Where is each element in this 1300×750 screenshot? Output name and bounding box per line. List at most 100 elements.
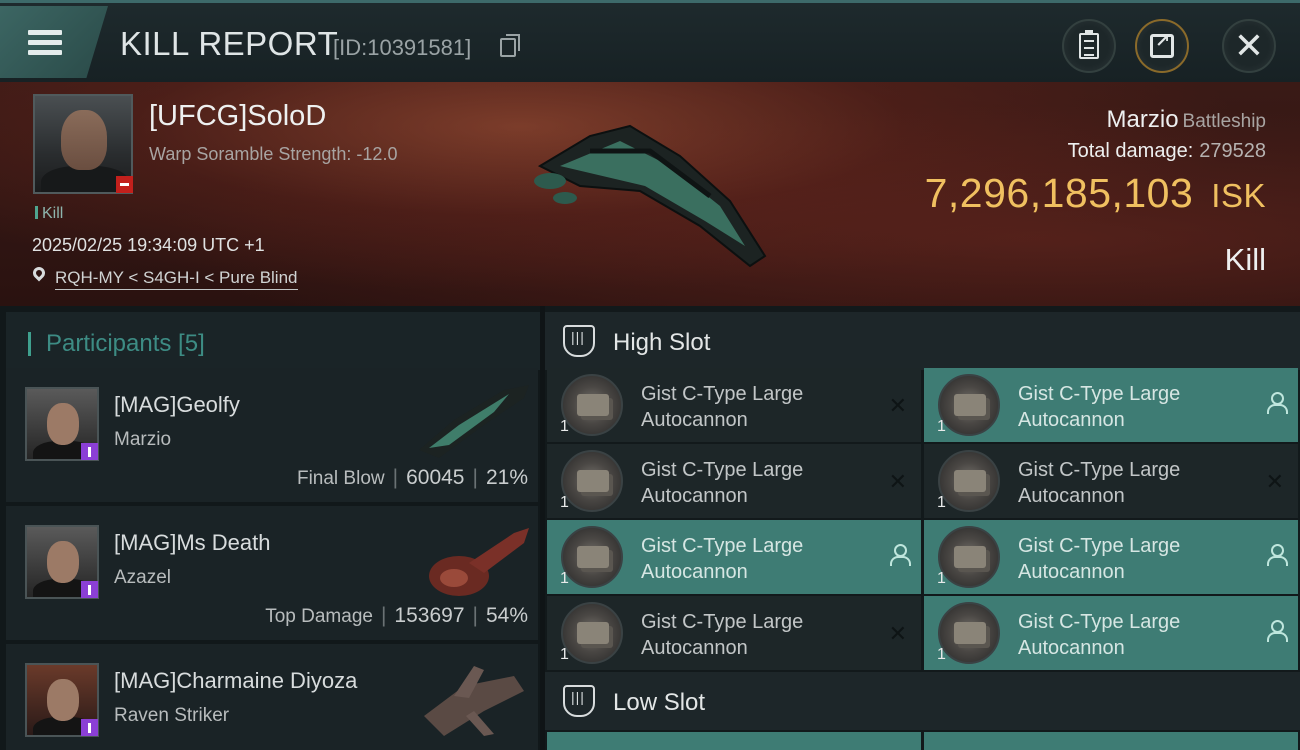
total-damage-label: Total damage: bbox=[1067, 140, 1194, 162]
victim-banner: [UFCG]SoloD Warp Soramble Strength: -12.… bbox=[0, 82, 1300, 306]
high-slot-module[interactable]: 1 Gist C-Type Large Autocannon bbox=[924, 368, 1298, 442]
participants-panel: Participants [5] [MAG]Geolfy Marzio Fina… bbox=[0, 306, 540, 750]
participant-name: [MAG]Geolfy bbox=[114, 392, 240, 417]
low-slot-module[interactable] bbox=[924, 732, 1298, 750]
low-slot-module[interactable] bbox=[547, 732, 921, 750]
corp-badge-icon bbox=[81, 443, 98, 460]
participant-ship-image bbox=[424, 666, 524, 736]
kill-datetime: 2025/02/25 19:34:09 UTC +1 bbox=[32, 235, 265, 255]
participant-percent: 21% bbox=[485, 466, 528, 489]
menu-button[interactable] bbox=[0, 6, 108, 78]
close-icon: ✕ bbox=[1233, 25, 1265, 66]
module-name: Gist C-Type Large Autocannon bbox=[641, 383, 804, 431]
isk-value: 7,296,185,103 ISK bbox=[925, 170, 1266, 217]
low-slot-icon bbox=[563, 685, 595, 717]
autocannon-icon bbox=[561, 526, 623, 588]
victim-name[interactable]: [UFCG]SoloD bbox=[149, 100, 326, 133]
total-damage: Total damage: 279528 bbox=[1068, 140, 1266, 163]
warp-scramble-strength: Warp Soramble Strength: -12.0 bbox=[149, 144, 398, 164]
module-name: Gist C-Type Large Autocannon bbox=[1018, 459, 1181, 507]
participants-header: Participants [5] bbox=[6, 312, 540, 370]
low-slot-label: Low Slot bbox=[613, 689, 706, 716]
participant-ship-image bbox=[419, 385, 529, 458]
corp-badge-icon bbox=[81, 719, 98, 736]
module-name: Gist C-Type Large Autocannon bbox=[1018, 383, 1181, 431]
clipboard-icon bbox=[1079, 30, 1099, 59]
destroyed-x-icon: ✕ bbox=[888, 621, 907, 646]
kill-tag: Kill bbox=[35, 205, 63, 223]
module-quantity: 1 bbox=[560, 494, 569, 511]
destroyed-x-icon: ✕ bbox=[888, 393, 907, 418]
victim-ship-class: Battleship bbox=[1182, 111, 1266, 132]
victim-ship-name: Marzio bbox=[1106, 106, 1179, 133]
autocannon-icon bbox=[561, 450, 623, 512]
module-quantity: 1 bbox=[560, 570, 569, 587]
destroyed-x-icon: ✕ bbox=[1265, 469, 1284, 494]
autocannon-icon bbox=[938, 450, 1000, 512]
module-name: Gist C-Type Large Autocannon bbox=[641, 535, 804, 583]
module-name: Gist C-Type Large Autocannon bbox=[1018, 611, 1181, 659]
high-slot-module[interactable]: 1 Gist C-Type Large Autocannon ✕ bbox=[547, 444, 921, 518]
participant-role: Top Damage bbox=[265, 606, 373, 627]
high-slot-module[interactable]: 1 Gist C-Type Large Autocannon ✕ bbox=[547, 368, 921, 442]
high-slot-module[interactable]: 1 Gist C-Type Large Autocannon ✕ bbox=[547, 596, 921, 670]
share-icon bbox=[1150, 31, 1174, 58]
participant-ship: Marzio bbox=[114, 429, 172, 450]
destroyed-x-icon: ✕ bbox=[888, 469, 907, 494]
high-slot-header: High Slot bbox=[545, 312, 1300, 370]
kill-location-link[interactable]: RQH-MY < S4GH-I < Pure Blind bbox=[55, 268, 298, 290]
report-id: [ID:10391581] bbox=[333, 35, 472, 60]
isk-unit: ISK bbox=[1211, 177, 1266, 214]
participant-card[interactable]: [MAG]Geolfy Marzio Final Blow | 60045 | 21% bbox=[6, 368, 538, 502]
module-quantity: 1 bbox=[937, 494, 946, 511]
module-quantity: 1 bbox=[937, 418, 946, 435]
participant-damage: 153697 bbox=[394, 604, 465, 627]
module-quantity: 1 bbox=[937, 570, 946, 587]
kill-result: Kill bbox=[1224, 242, 1266, 277]
copy-icon[interactable] bbox=[500, 34, 520, 57]
menu-icon bbox=[28, 25, 62, 60]
corp-badge-icon bbox=[81, 581, 98, 598]
participants-label: Participants [5] bbox=[46, 330, 205, 357]
top-bar: KILL REPORT [ID:10391581] ✕ bbox=[0, 0, 1300, 82]
isk-amount: 7,296,185,103 bbox=[924, 170, 1194, 216]
module-quantity: 1 bbox=[560, 418, 569, 435]
dropped-person-icon bbox=[1266, 392, 1288, 414]
autocannon-icon bbox=[938, 602, 1000, 664]
participant-percent: 54% bbox=[485, 604, 528, 627]
page-title: KILL REPORT bbox=[120, 25, 339, 62]
dropped-person-icon bbox=[1266, 620, 1288, 642]
share-button[interactable] bbox=[1135, 19, 1189, 73]
participant-ship-image bbox=[429, 528, 529, 596]
participant-ship: Azazel bbox=[114, 567, 172, 588]
high-slot-label: High Slot bbox=[613, 329, 711, 356]
participant-damage: 60045 bbox=[406, 466, 465, 489]
high-slot-module[interactable]: 1 Gist C-Type Large Autocannon ✕ bbox=[924, 444, 1298, 518]
module-quantity: 1 bbox=[937, 646, 946, 663]
module-name: Gist C-Type Large Autocannon bbox=[1018, 535, 1181, 583]
fittings-panel: High Slot 1 Gist C-Type Large Autocannon ✕… bbox=[545, 306, 1300, 750]
high-slot-module[interactable]: 1 Gist C-Type Large Autocannon bbox=[924, 596, 1298, 670]
autocannon-icon bbox=[938, 374, 1000, 436]
participant-name: [MAG]Ms Death bbox=[114, 530, 271, 555]
autocannon-icon bbox=[561, 374, 623, 436]
dropped-person-icon bbox=[889, 544, 911, 566]
low-slot-header: Low Slot bbox=[545, 672, 1300, 730]
high-slot-module[interactable]: 1 Gist C-Type Large Autocannon bbox=[547, 520, 921, 594]
close-button[interactable]: ✕ bbox=[1222, 19, 1276, 73]
module-name: Gist C-Type Large Autocannon bbox=[641, 459, 804, 507]
location-pin-icon bbox=[30, 264, 48, 282]
participant-stats: Top Damage | 153697 | 54% bbox=[265, 604, 528, 627]
high-slot-module[interactable]: 1 Gist C-Type Large Autocannon bbox=[924, 520, 1298, 594]
participant-card[interactable]: [MAG]Charmaine Diyoza Raven Striker bbox=[6, 644, 538, 750]
participant-stats: Final Blow | 60045 | 21% bbox=[296, 466, 528, 489]
victim-ship-image bbox=[534, 124, 767, 268]
clipboard-button[interactable] bbox=[1062, 19, 1116, 73]
hostile-badge bbox=[116, 176, 133, 193]
autocannon-icon bbox=[938, 526, 1000, 588]
participant-name: [MAG]Charmaine Diyoza bbox=[114, 668, 358, 693]
participant-role: Final Blow bbox=[296, 468, 385, 489]
participant-card[interactable]: [MAG]Ms Death Azazel Top Damage | 153697 | 5… bbox=[6, 506, 538, 640]
high-slot-icon bbox=[563, 325, 595, 357]
module-quantity: 1 bbox=[560, 646, 569, 663]
